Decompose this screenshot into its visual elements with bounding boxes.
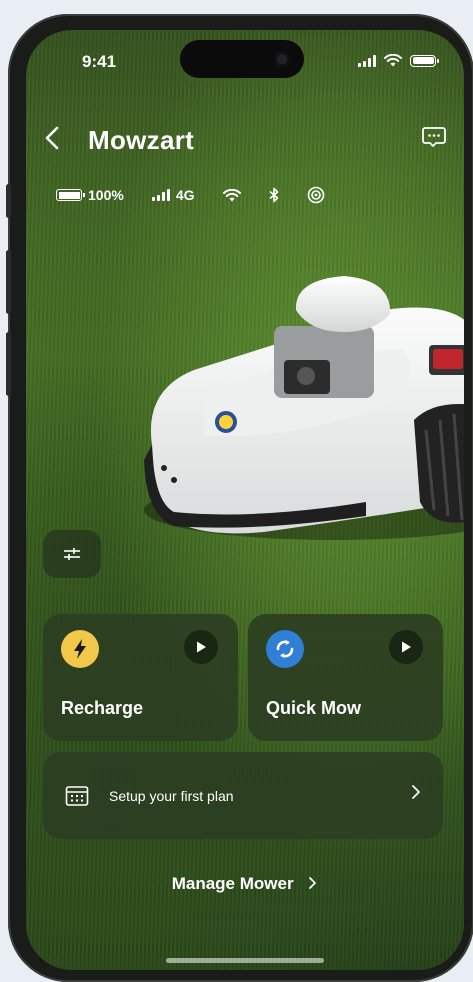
recharge-play-button[interactable]: [184, 630, 218, 664]
quick-mow-card[interactable]: Quick Mow: [248, 614, 443, 741]
play-icon: [402, 641, 411, 653]
page-title: Mowzart: [88, 124, 195, 155]
status-time: 9:41: [82, 52, 117, 71]
app-header: Mowzart: [44, 122, 446, 158]
battery-percent: 100%: [88, 187, 124, 203]
bluetooth-icon: [268, 187, 278, 203]
rtk-status: [307, 186, 325, 204]
dynamic-island: [180, 40, 304, 78]
back-icon[interactable]: [44, 126, 74, 155]
recharge-label: Recharge: [61, 698, 144, 718]
chevron-right-icon: [309, 877, 317, 889]
wifi-status: [222, 188, 241, 202]
setup-plan-label: Setup your first plan: [109, 788, 234, 804]
calendar-icon: [65, 786, 89, 806]
rtk-signal-icon: [307, 186, 324, 204]
status-icons: [358, 54, 439, 67]
cellular-signal-icon: [358, 54, 376, 67]
chevron-right-icon: [411, 784, 421, 805]
home-indicator[interactable]: [166, 958, 324, 963]
quick-mow-icon: [266, 630, 304, 668]
lightning-icon: [61, 630, 99, 668]
network-type: 4G: [175, 187, 195, 203]
message-icon[interactable]: [422, 126, 446, 148]
wifi-icon: [384, 54, 402, 67]
sliders-icon: [64, 548, 80, 560]
volume-up-button: [6, 250, 11, 314]
volume-down-button: [6, 332, 11, 396]
wifi-icon: [222, 188, 241, 201]
quick-mow-play-button[interactable]: [389, 630, 423, 664]
recharge-card[interactable]: Recharge: [43, 614, 238, 741]
mower-settings-button[interactable]: [43, 530, 101, 578]
device-status-row: 100% 4G: [56, 186, 353, 204]
play-icon: [197, 641, 206, 653]
manage-mower-label: Manage Mower: [171, 874, 294, 893]
cellular-signal-icon: [151, 189, 170, 201]
battery-status: 100%: [56, 187, 124, 203]
action-button: [6, 184, 11, 218]
manage-mower-link[interactable]: Manage Mower: [26, 874, 464, 894]
battery-icon: [56, 189, 85, 201]
setup-plan-row[interactable]: Setup your first plan: [43, 752, 443, 839]
network-status: 4G: [151, 187, 195, 203]
bluetooth-status: [268, 187, 279, 203]
battery-icon: [410, 54, 439, 67]
quick-mow-label: Quick Mow: [266, 698, 362, 718]
mower-image: [144, 276, 464, 540]
app-screen: 9:41 Mowzart 100% 4G Recharge Quick Mow …: [26, 30, 464, 970]
